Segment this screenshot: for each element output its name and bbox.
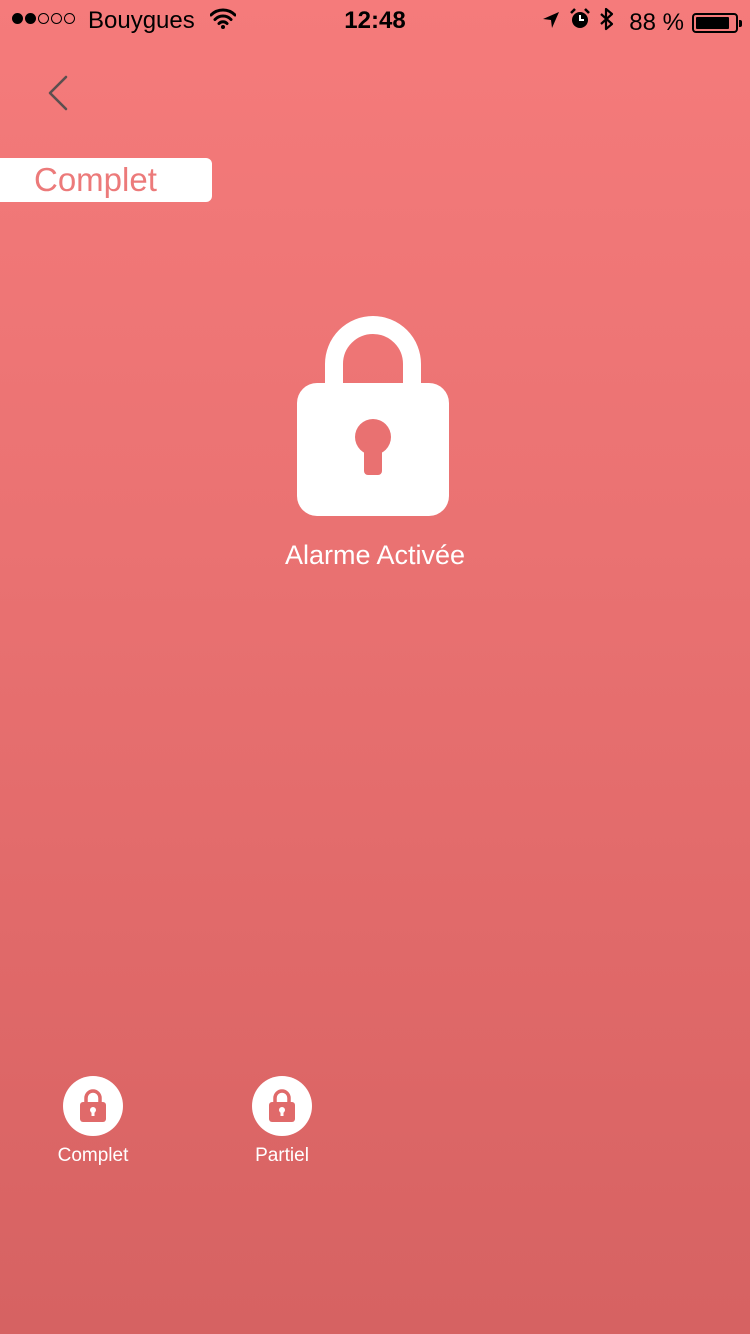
mode-button-partiel[interactable]: Partiel	[222, 1076, 342, 1167]
battery-fill	[696, 16, 730, 29]
battery-percentage: 88 %	[629, 8, 684, 36]
mode-button-label: Partiel	[255, 1145, 309, 1166]
mode-button-complet[interactable]: Complet	[33, 1076, 153, 1167]
back-button[interactable]	[36, 70, 80, 116]
padlock-icon	[80, 1089, 106, 1122]
chevron-left-icon	[48, 75, 68, 111]
padlock-locked-icon	[296, 316, 450, 518]
location-arrow-icon	[541, 9, 561, 37]
mode-button-circle	[63, 1076, 123, 1136]
alarm-status-text: Alarme Activée	[284, 540, 466, 570]
padlock-icon	[269, 1089, 295, 1122]
alarm-clock-icon	[569, 8, 591, 37]
battery-icon	[692, 12, 742, 33]
mode-button-label: Complet	[57, 1145, 129, 1166]
mode-button-circle	[252, 1076, 312, 1136]
status-bar: Bouygues 12:48 88 %	[0, 0, 750, 40]
bluetooth-icon	[599, 7, 615, 38]
status-icons: 88 %	[541, 7, 742, 38]
current-mode-tag: Complet	[0, 158, 212, 202]
